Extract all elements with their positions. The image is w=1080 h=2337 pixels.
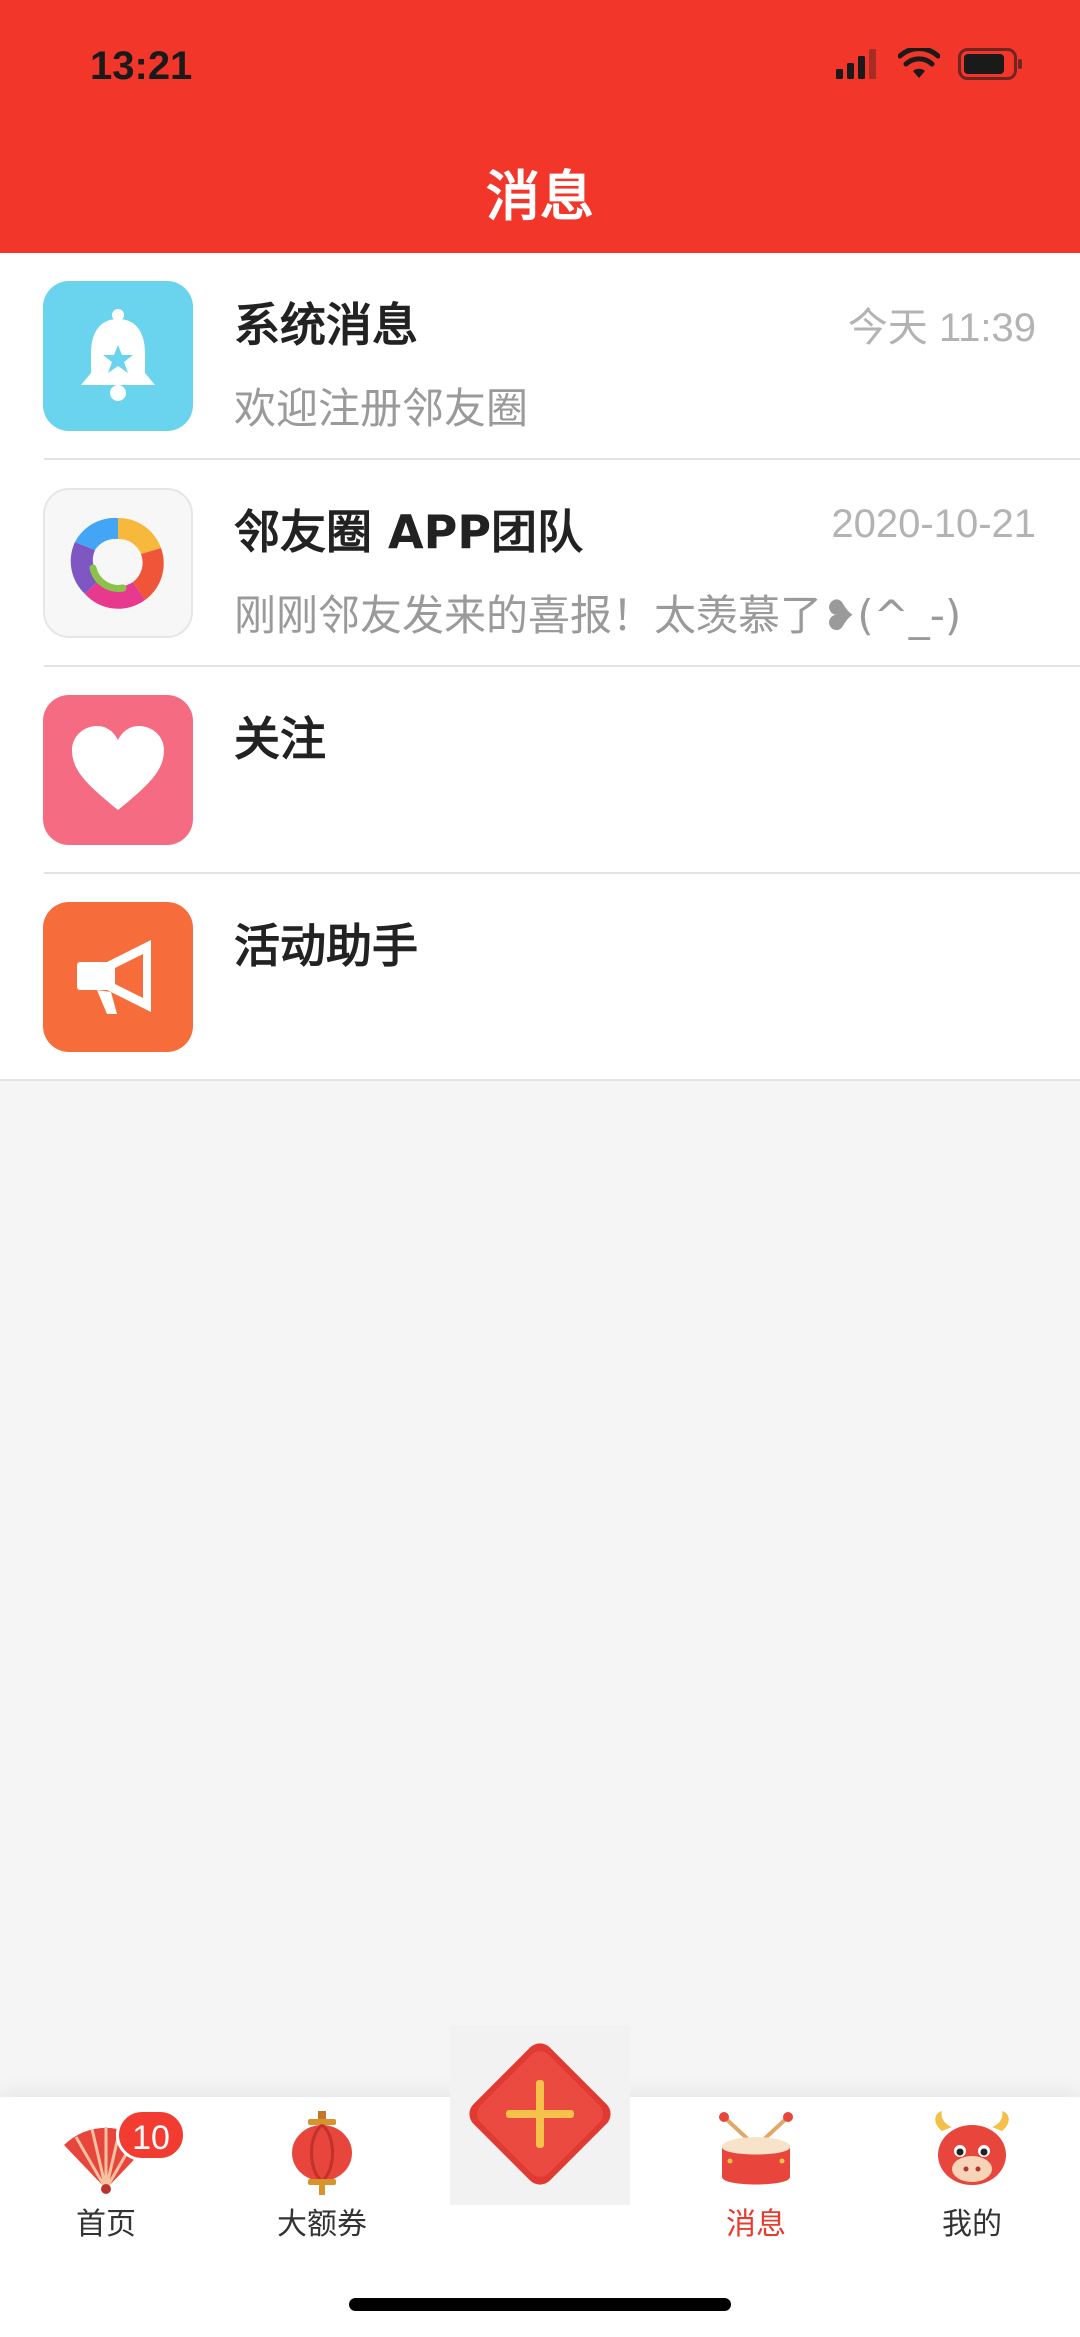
tab-coupon-label: 大额券 bbox=[277, 2207, 367, 2242]
ox-mascot-icon bbox=[935, 2111, 1009, 2185]
list-item-activity-assistant[interactable]: 活动助手 bbox=[0, 874, 1080, 1081]
tab-mine[interactable]: 我的 bbox=[892, 2111, 1052, 2243]
list-item-system-message[interactable]: 系统消息 今天 11:39 欢迎注册邻友圈 bbox=[0, 253, 1080, 460]
message-title: 活动助手 bbox=[234, 919, 418, 973]
status-icons bbox=[836, 48, 1024, 80]
status-time: 13:21 bbox=[90, 44, 193, 88]
message-time: 2020-10-21 bbox=[831, 502, 1036, 546]
tab-messages-label: 消息 bbox=[726, 2207, 786, 2242]
page-title: 消息 bbox=[486, 165, 594, 228]
message-title: 邻友圈 APP团队 bbox=[234, 505, 584, 559]
publish-button[interactable] bbox=[448, 2022, 632, 2206]
divider bbox=[0, 1079, 1080, 1081]
tab-home[interactable]: 首页 10 bbox=[26, 2109, 186, 2243]
message-list: 系统消息 今天 11:39 欢迎注册邻友圈 邻友圈 APP团队 2020-10-… bbox=[0, 253, 1080, 1081]
tab-home-label: 首页 bbox=[76, 2207, 136, 2242]
drum-icon bbox=[719, 2112, 793, 2185]
message-title: 系统消息 bbox=[234, 298, 418, 352]
plus-icon bbox=[469, 2043, 611, 2185]
tab-coupon[interactable]: 大额券 bbox=[242, 2111, 402, 2243]
list-item-app-team[interactable]: 邻友圈 APP团队 2020-10-21 刚刚邻友发来的喜报！太羡慕了❥(^_-… bbox=[0, 460, 1080, 667]
battery-icon bbox=[958, 48, 1022, 80]
message-preview: 欢迎注册邻友圈 bbox=[234, 384, 529, 433]
message-title: 关注 bbox=[234, 712, 326, 766]
megaphone-icon bbox=[43, 902, 193, 1052]
message-preview: 刚刚邻友发来的喜报！太羡慕了❥(^_-) bbox=[234, 591, 962, 640]
home-badge: 10 bbox=[116, 2109, 186, 2161]
heart-icon bbox=[43, 695, 193, 845]
cellular-signal-icon bbox=[836, 49, 876, 79]
tab-messages[interactable]: 消息 bbox=[676, 2111, 836, 2243]
app-header: 13:21 消息 bbox=[0, 0, 1080, 253]
app-logo-icon bbox=[43, 488, 193, 638]
bell-icon bbox=[43, 281, 193, 431]
wifi-icon bbox=[898, 48, 940, 78]
home-indicator bbox=[349, 2298, 731, 2311]
list-item-follow[interactable]: 关注 bbox=[0, 667, 1080, 874]
message-time: 今天 11:39 bbox=[847, 306, 1036, 350]
tab-mine-label: 我的 bbox=[942, 2207, 1002, 2242]
lantern-icon bbox=[292, 2111, 352, 2195]
